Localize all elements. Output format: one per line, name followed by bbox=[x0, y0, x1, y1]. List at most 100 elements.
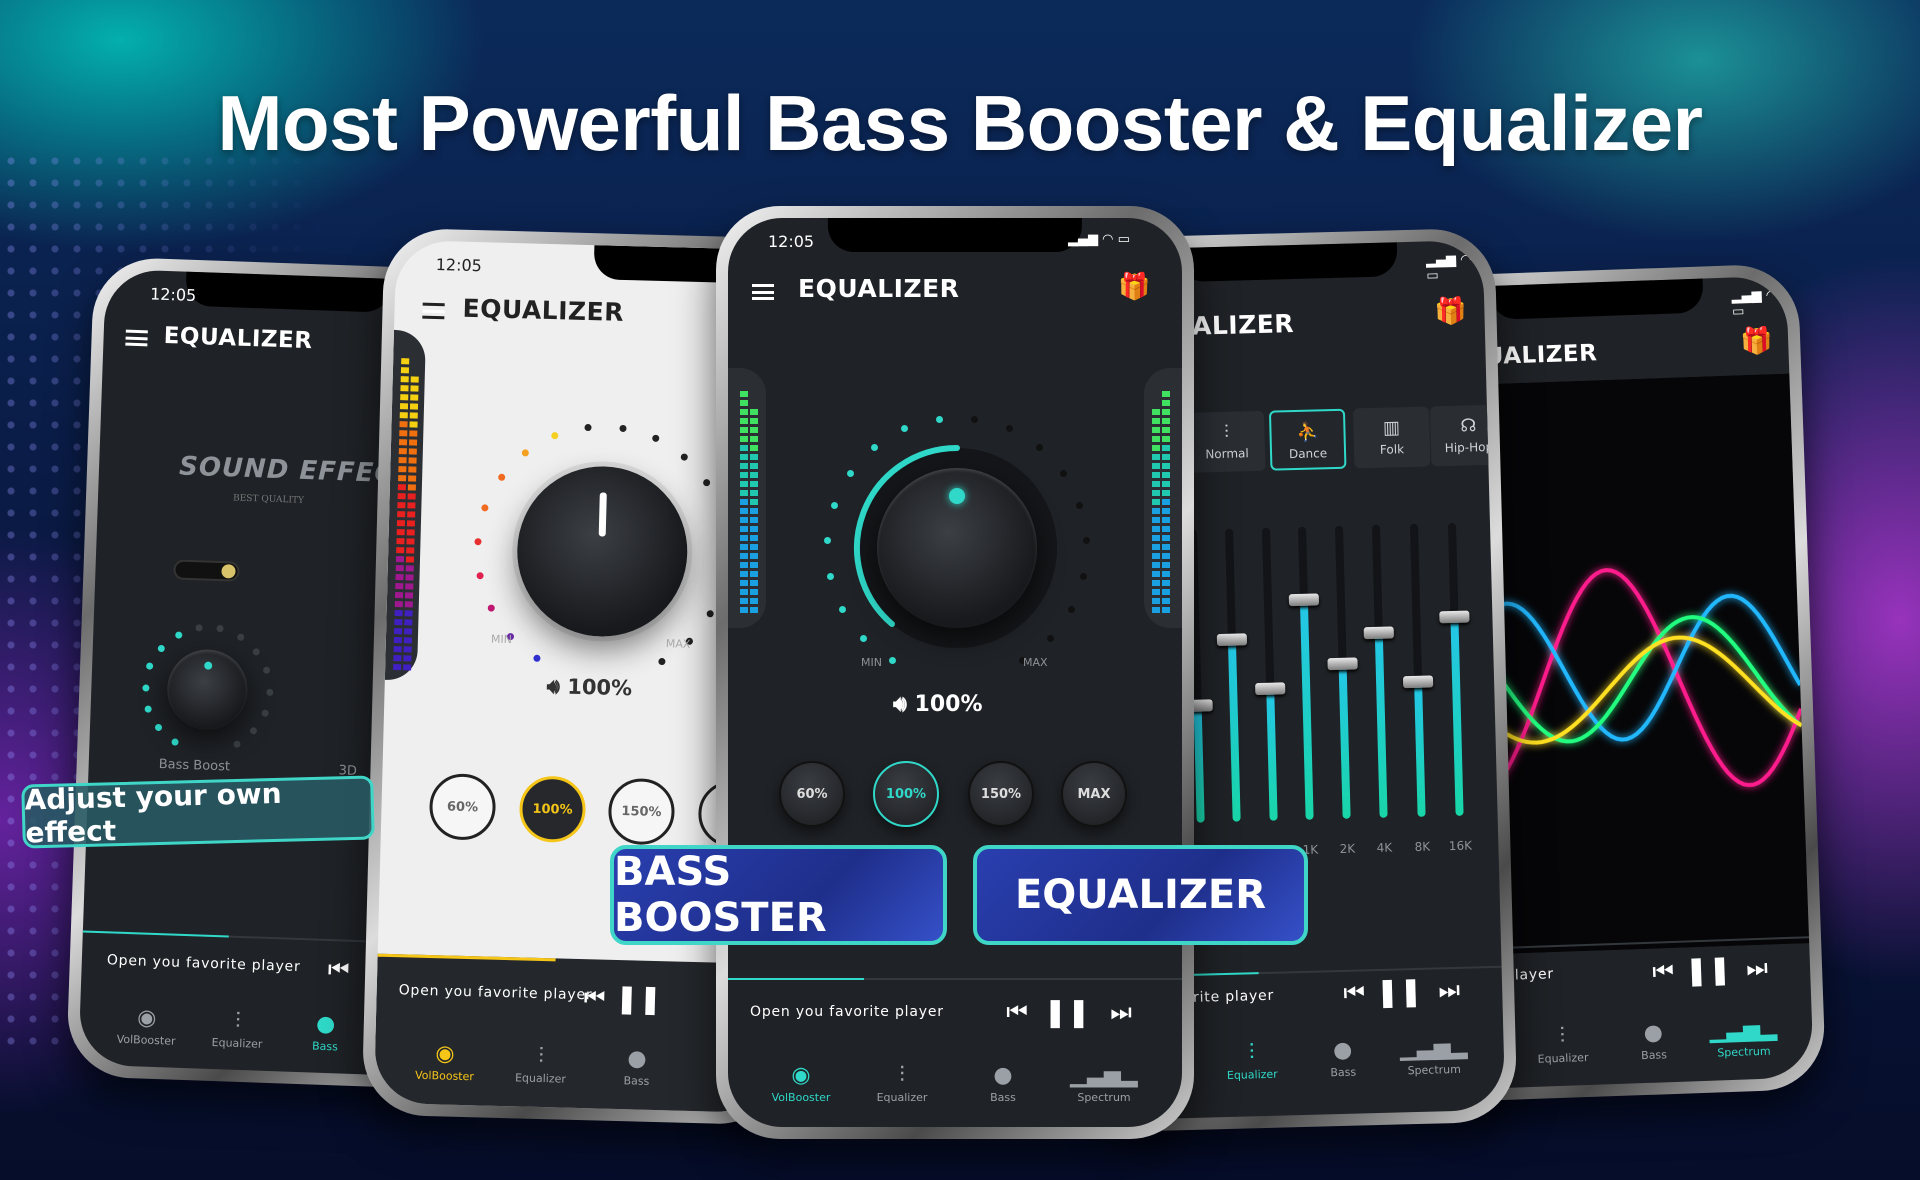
bass-knob-icon: ● bbox=[993, 1063, 1013, 1088]
nav-item-volbooster[interactable]: ◉ VolBooster bbox=[116, 1005, 176, 1047]
nav-item-equalizer[interactable]: ⫶ Equalizer bbox=[211, 1008, 263, 1051]
dancer-icon: ⛹ bbox=[1296, 421, 1319, 443]
preset-button-100pct[interactable]: 100% bbox=[518, 775, 587, 844]
slider-thumb[interactable] bbox=[1216, 633, 1248, 647]
next-icon[interactable]: ⏭ bbox=[1746, 954, 1769, 983]
preset-folk[interactable]: ▥ Folk bbox=[1352, 406, 1431, 469]
nav-item-bass[interactable]: ● Bass bbox=[1640, 1020, 1667, 1062]
dial-dot bbox=[1080, 572, 1088, 580]
dial-dot bbox=[680, 453, 688, 461]
volume-readout: 🔊︎ 100% bbox=[893, 692, 983, 717]
nav-item-volbooster[interactable]: ◉ VolBooster bbox=[415, 1041, 475, 1083]
nav-item-bass[interactable]: ● Bass bbox=[1330, 1037, 1356, 1080]
eq-slider-4k[interactable] bbox=[1363, 524, 1394, 818]
dial-dot bbox=[935, 415, 943, 423]
status-time: 12:05 bbox=[768, 232, 815, 251]
next-icon[interactable]: ⏭ bbox=[1110, 998, 1132, 1026]
volume-knob[interactable] bbox=[877, 468, 1037, 628]
eq-slider-250[interactable] bbox=[1216, 528, 1248, 822]
nav-item-equalizer[interactable]: ⫶ Equalizer bbox=[1536, 1023, 1588, 1066]
preset-button-150pct[interactable]: 150% bbox=[968, 761, 1034, 827]
status-icons: ▂▄▆ ◠ ▭ bbox=[1068, 232, 1130, 247]
pause-icon[interactable]: ❚❚ bbox=[615, 981, 663, 1015]
dial-dot bbox=[839, 606, 847, 614]
preset-button-100pct[interactable]: 100% bbox=[873, 761, 939, 827]
pause-icon[interactable]: ❚❚ bbox=[1684, 952, 1732, 987]
previous-icon[interactable]: ⏮ bbox=[327, 955, 350, 984]
bass-knob[interactable] bbox=[166, 648, 249, 732]
preset-normal[interactable]: ⫶ Normal bbox=[1187, 410, 1266, 473]
min-label: MIN bbox=[861, 656, 882, 669]
max-label: MAX bbox=[665, 637, 691, 651]
player-text[interactable]: Open you favorite player bbox=[750, 1004, 944, 1020]
speaker-icon: ◉ bbox=[435, 1041, 455, 1067]
notch bbox=[185, 271, 392, 313]
nav-item-bass[interactable]: ● Bass bbox=[623, 1046, 650, 1088]
dial-dot bbox=[707, 610, 715, 618]
dial-dot bbox=[141, 683, 150, 692]
dial-dot bbox=[888, 657, 896, 665]
bass-knob-icon: ● bbox=[1332, 1037, 1353, 1064]
speaker-icon: ◉ bbox=[136, 1005, 157, 1032]
dial-dot bbox=[658, 657, 666, 665]
eq-slider-16k[interactable] bbox=[1439, 522, 1470, 816]
slider-thumb[interactable] bbox=[1363, 626, 1394, 640]
next-icon[interactable]: ⏭ bbox=[1438, 976, 1460, 1005]
dial-dot bbox=[584, 423, 592, 431]
bass-boost-label: Bass Boost bbox=[158, 757, 231, 775]
speaker-icon: 🔊︎ bbox=[893, 692, 907, 717]
dial-dot bbox=[1005, 425, 1013, 433]
dial-dot bbox=[476, 571, 484, 580]
notch bbox=[1489, 278, 1704, 320]
bass-knob-icon: ● bbox=[1643, 1020, 1664, 1047]
previous-icon[interactable]: ⏮ bbox=[1343, 978, 1365, 1007]
menu-icon[interactable] bbox=[422, 302, 445, 320]
preset-dance[interactable]: ⛹ Dance bbox=[1268, 408, 1347, 471]
previous-icon[interactable]: ⏮ bbox=[583, 983, 605, 1012]
gift-icon[interactable]: 🎁 bbox=[1740, 326, 1773, 357]
preset-button-60pct[interactable]: 60% bbox=[779, 761, 845, 827]
preset-button-150pct[interactable]: 150% bbox=[607, 777, 676, 846]
preset-button-max[interactable]: MAX bbox=[1061, 761, 1127, 827]
dial-dot bbox=[232, 740, 241, 749]
dial-dot bbox=[1067, 606, 1075, 614]
pause-icon[interactable]: ❚❚ bbox=[1375, 974, 1423, 1008]
nav-item-bass[interactable]: ● Bass bbox=[990, 1063, 1016, 1104]
preset-hip-hop[interactable]: ☊ Hip-Hop bbox=[1429, 404, 1506, 467]
nav-item-spectrum[interactable]: ▁▃▅▂ Spectrum bbox=[1070, 1063, 1138, 1104]
previous-icon[interactable]: ⏮ bbox=[1652, 957, 1675, 986]
nav-item-bass[interactable]: ● Bass bbox=[312, 1012, 339, 1054]
nav-item-equalizer[interactable]: ⫶ Equalizer bbox=[515, 1043, 567, 1086]
pause-icon[interactable]: ❚❚ bbox=[1044, 996, 1091, 1029]
dial-dot bbox=[154, 724, 163, 732]
nav-item-spectrum[interactable]: ▁▃▅▂ Spectrum bbox=[1709, 1016, 1778, 1059]
phone-volume-booster-dark: 12:05 ▂▄▆ ◠ ▭ EQUALIZER 🎁 MIN MAX 🔊︎ 100… bbox=[716, 206, 1194, 1139]
player-text[interactable]: Open you favorite player bbox=[107, 952, 301, 975]
nav-item-equalizer[interactable]: ⫶ Equalizer bbox=[877, 1063, 928, 1104]
slider-thumb[interactable] bbox=[1288, 593, 1320, 607]
slider-thumb[interactable] bbox=[1402, 675, 1434, 689]
slider-thumb[interactable] bbox=[1439, 610, 1470, 624]
eq-slider-2k[interactable] bbox=[1327, 525, 1358, 819]
previous-icon[interactable]: ⏮ bbox=[1006, 998, 1028, 1026]
dial-dot bbox=[497, 473, 506, 482]
app-title: EQUALIZER bbox=[163, 322, 313, 355]
menu-icon[interactable] bbox=[752, 284, 774, 300]
volume-knob[interactable] bbox=[515, 464, 690, 639]
gift-icon[interactable]: 🎁 bbox=[1434, 296, 1467, 327]
nav-item-volbooster[interactable]: ◉ VolBooster bbox=[772, 1063, 831, 1104]
nav-item-equalizer[interactable]: ⫶ Equalizer bbox=[1226, 1040, 1278, 1082]
slider-thumb[interactable] bbox=[1255, 682, 1286, 696]
eq-slider-1k[interactable] bbox=[1288, 526, 1320, 820]
vu-meter-left-2 bbox=[750, 403, 758, 613]
bass-toggle[interactable] bbox=[173, 559, 240, 582]
slider-thumb[interactable] bbox=[1327, 657, 1358, 670]
progress-bar[interactable] bbox=[728, 978, 1182, 980]
eq-slider-500[interactable] bbox=[1255, 527, 1286, 821]
band-label: 2K bbox=[1339, 841, 1356, 856]
menu-icon[interactable] bbox=[125, 329, 148, 347]
nav-item-spectrum[interactable]: ▁▃▅▂ Spectrum bbox=[1400, 1035, 1469, 1078]
gift-icon[interactable]: 🎁 bbox=[1118, 272, 1150, 302]
preset-button-60pct[interactable]: 60% bbox=[428, 773, 497, 841]
eq-slider-8k[interactable] bbox=[1402, 523, 1434, 817]
